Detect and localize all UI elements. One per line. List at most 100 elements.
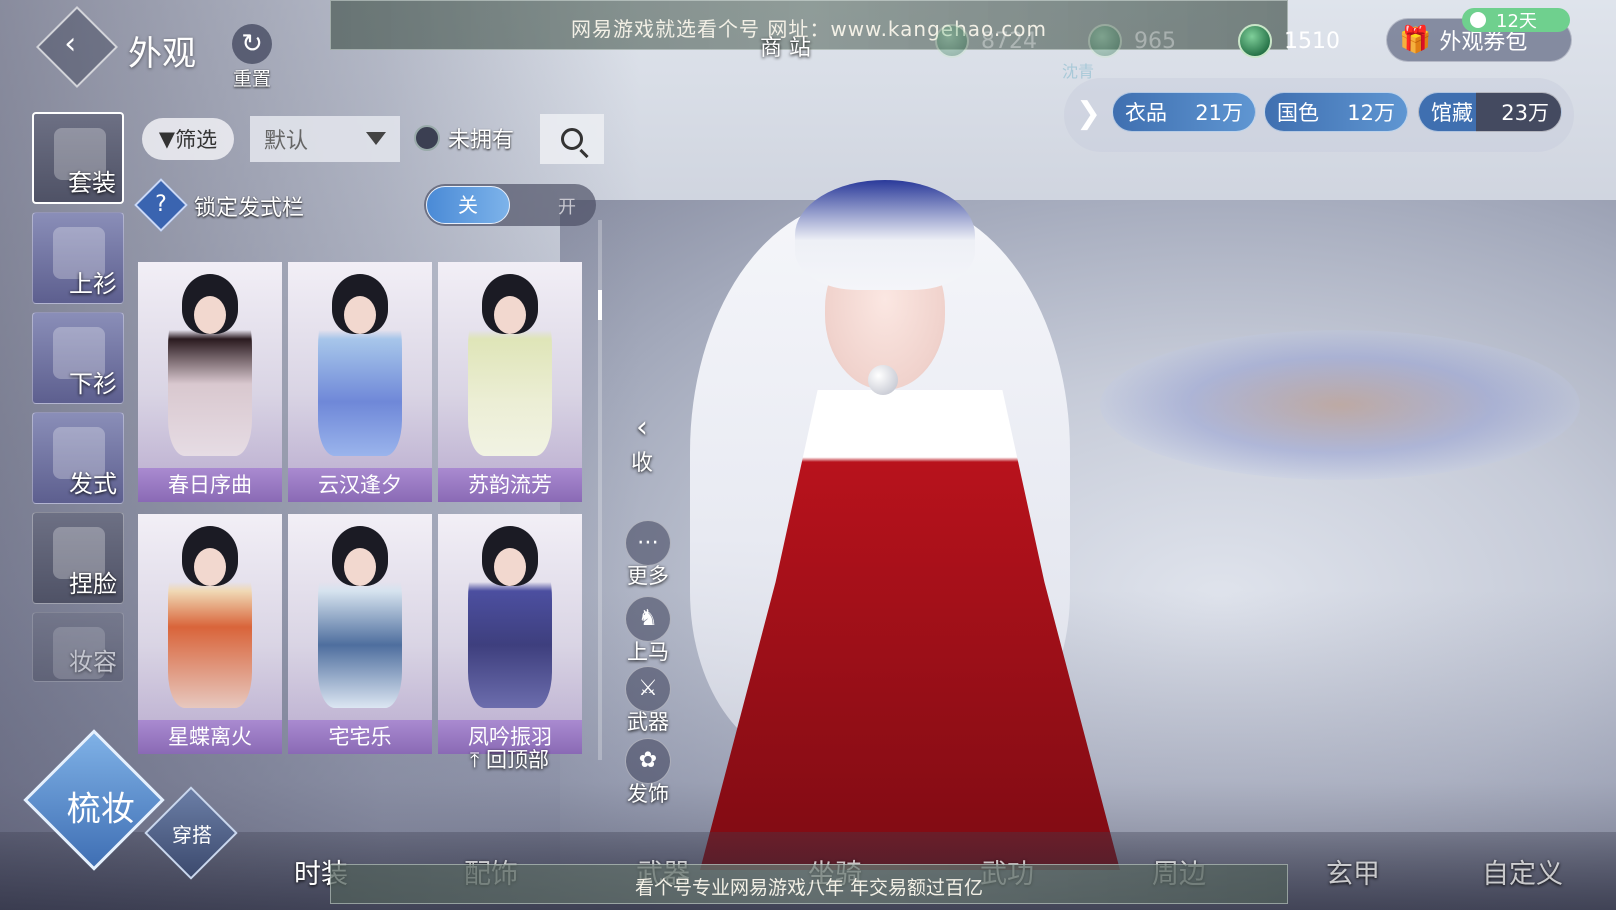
reset-button[interactable]: ↻ 重置 xyxy=(226,24,278,90)
outfit-card[interactable]: 星蝶离火 xyxy=(138,514,282,754)
currency-value: 1510 xyxy=(1284,28,1340,54)
more-button[interactable]: ⋯ 更多 xyxy=(620,520,676,590)
radio-button[interactable] xyxy=(414,125,440,151)
switch-on-option[interactable]: 开 xyxy=(558,193,576,219)
outfit-card[interactable]: 宅宅乐 xyxy=(288,514,432,754)
currency-2[interactable]: 965 xyxy=(1088,22,1176,60)
stat-pill-style[interactable]: 衣品 21万 xyxy=(1112,92,1256,132)
sort-dropdown[interactable]: 默认 xyxy=(250,116,400,162)
expand-arrow-icon[interactable]: ❯ xyxy=(1076,96,1101,131)
tab-armor[interactable]: 玄甲 xyxy=(1326,852,1380,891)
action-label: 武器 xyxy=(627,710,669,734)
currency-1[interactable]: 8724 xyxy=(935,22,1037,60)
hair-accessory-button[interactable]: ✿ 发饰 xyxy=(620,738,676,808)
stat-label: 国色 xyxy=(1277,101,1319,125)
score-stats: ❯ 衣品 21万 国色 12万 馆藏 23万 xyxy=(1064,78,1574,152)
outfit-face xyxy=(194,548,226,586)
player-name-label: 沈青 xyxy=(1062,62,1095,81)
collapse-label: 收 xyxy=(630,451,653,476)
stat-pill-collection[interactable]: 馆藏 23万 xyxy=(1418,92,1562,132)
outfit-grid: 春日序曲 云汉逢夕 苏韵流芳 星蝶离火 宅宅乐 凤吟振羽 xyxy=(138,262,594,762)
player-character[interactable] xyxy=(620,160,1180,900)
dressing-mode-label: 梳妆 xyxy=(66,789,135,830)
reset-label: 重置 xyxy=(232,68,271,90)
lock-hairstyle-label: 锁定发式栏 xyxy=(194,196,305,221)
tab-label: 套装 xyxy=(68,169,116,197)
outfit-card[interactable]: 苏韵流芳 xyxy=(438,262,582,502)
watermark-banner-bottom: 看个号专业网易游戏八年 年交易额过百亿 xyxy=(330,864,1288,904)
jade-coin-icon xyxy=(1238,24,1272,58)
filter-label: 筛选 xyxy=(175,128,218,152)
outfit-card[interactable]: 春日序曲 xyxy=(138,262,282,502)
not-owned-toggle[interactable]: 未拥有 xyxy=(414,122,514,154)
tab-outfit[interactable]: 套装 xyxy=(32,112,124,204)
filter-button[interactable]: ▼ 筛选 xyxy=(142,118,234,160)
tab-label: 上衫 xyxy=(69,270,117,298)
days-remaining-text: 12天 xyxy=(1496,11,1537,32)
character-bangs xyxy=(795,180,975,290)
stat-value: 12万 xyxy=(1347,101,1395,125)
shop-label[interactable]: 商 站 xyxy=(760,30,811,62)
outfit-face xyxy=(494,296,526,334)
collar-bell xyxy=(868,365,898,395)
currency-value: 965 xyxy=(1134,28,1176,54)
chevron-down-icon xyxy=(366,132,386,145)
collapse-panel-button[interactable]: ‹ 收 xyxy=(622,410,662,477)
stat-pill-beauty[interactable]: 国色 12万 xyxy=(1264,92,1408,132)
tab-face[interactable]: 捏脸 xyxy=(32,512,124,604)
page-title: 外观 xyxy=(128,34,196,74)
stat-value: 23万 xyxy=(1501,101,1549,125)
tab-bottom[interactable]: 下衫 xyxy=(32,312,124,404)
outfit-name: 云汉逢夕 xyxy=(288,468,432,502)
outfit-face xyxy=(494,548,526,586)
currency-3[interactable]: 1510 xyxy=(1238,22,1340,60)
jade-coin-icon xyxy=(1088,24,1122,58)
mount-button[interactable]: ♞ 上马 xyxy=(620,596,676,666)
stat-label: 衣品 xyxy=(1125,101,1167,125)
tab-label: 妆容 xyxy=(69,648,117,676)
weapon-button[interactable]: ⚔ 武器 xyxy=(620,666,676,736)
outfit-name: 宅宅乐 xyxy=(288,720,432,754)
outfit-card[interactable]: 凤吟振羽 xyxy=(438,514,582,754)
category-tabs: 套装 上衫 下衫 发式 捏脸 妆容 xyxy=(32,112,128,690)
tab-top[interactable]: 上衫 xyxy=(32,212,124,304)
clock-icon xyxy=(1470,12,1486,28)
back-arrow-icon: ‹ xyxy=(64,26,77,62)
action-label: 上马 xyxy=(627,640,669,664)
filter-icon: ▼ xyxy=(158,127,176,151)
stat-value: 21万 xyxy=(1195,101,1243,125)
grid-scrollbar[interactable] xyxy=(598,220,602,760)
reset-icon: ↻ xyxy=(232,24,272,64)
outfit-face xyxy=(344,548,376,586)
search-icon xyxy=(561,128,583,150)
lock-hairstyle-row: ? 锁定发式栏 关 开 xyxy=(134,178,597,232)
stat-label: 馆藏 xyxy=(1431,101,1473,125)
tab-makeup[interactable]: 妆容 xyxy=(32,612,124,682)
scrollbar-thumb[interactable] xyxy=(598,290,602,320)
chevron-left-icon: ‹ xyxy=(636,410,648,445)
not-owned-label: 未拥有 xyxy=(448,128,515,153)
lock-hairstyle-switch[interactable]: 关 开 xyxy=(424,184,596,226)
tab-hairstyle[interactable]: 发式 xyxy=(32,412,124,504)
arrow-up-icon: ⤒ xyxy=(470,748,480,772)
switch-off-option[interactable]: 关 xyxy=(426,186,510,224)
outfit-face xyxy=(344,296,376,334)
gift-icon: 🎁 xyxy=(1399,25,1432,55)
help-icon[interactable]: ? xyxy=(134,178,188,232)
back-to-top-button[interactable]: ⤒ 回顶部 xyxy=(470,744,549,774)
outfit-name: 春日序曲 xyxy=(138,468,282,502)
outfit-mode-label: 穿搭 xyxy=(172,822,213,847)
outfit-card[interactable]: 云汉逢夕 xyxy=(288,262,432,502)
tab-label: 发式 xyxy=(69,470,117,498)
back-to-top-label: 回顶部 xyxy=(485,748,549,772)
tab-label: 下衫 xyxy=(69,370,117,398)
search-button[interactable] xyxy=(540,114,604,164)
tab-custom[interactable]: 自定义 xyxy=(1482,852,1563,891)
currency-value: 8724 xyxy=(981,28,1037,54)
bottom-banner-text: 看个号专业网易游戏八年 年交易额过百亿 xyxy=(634,877,984,899)
back-button[interactable]: ‹ xyxy=(35,5,119,89)
sort-value: 默认 xyxy=(264,129,309,154)
outfit-name: 苏韵流芳 xyxy=(438,468,582,502)
action-label: 更多 xyxy=(627,564,669,588)
outfit-name: 星蝶离火 xyxy=(138,720,282,754)
